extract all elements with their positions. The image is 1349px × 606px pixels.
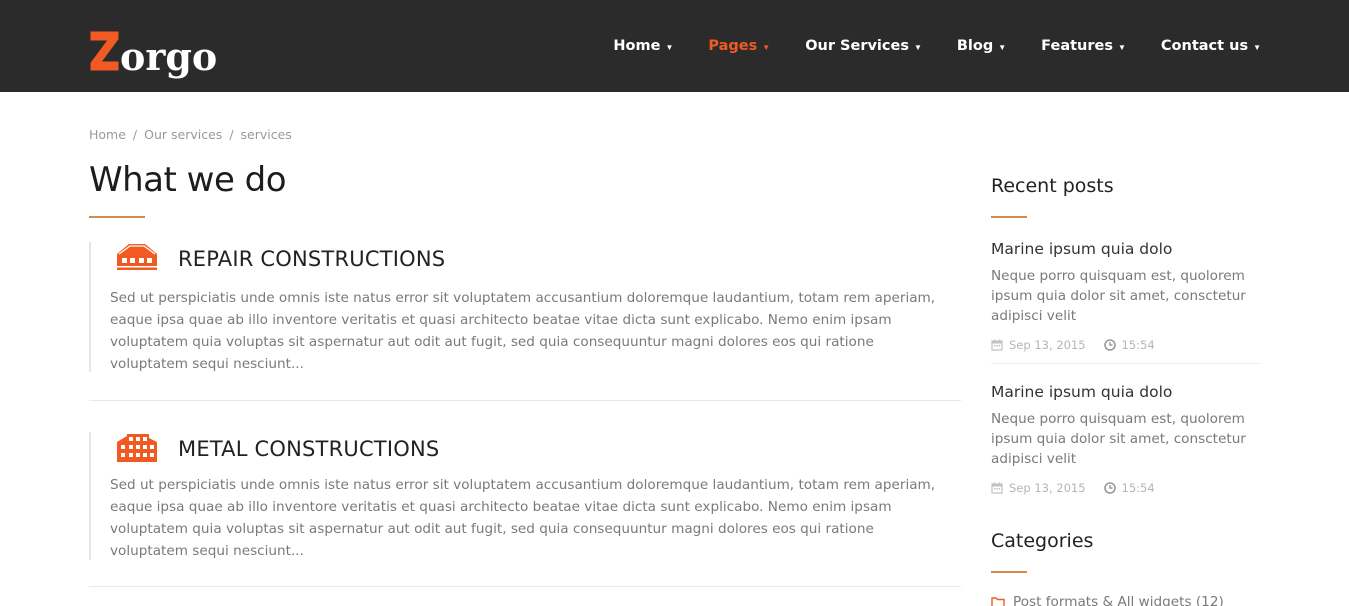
caret-down-icon: ▼ bbox=[1117, 42, 1126, 52]
post-date: Sep 13, 2015 bbox=[991, 338, 1086, 352]
recent-post: Marine ipsum quia dolo Neque porro quisq… bbox=[991, 239, 1261, 352]
main-nav: Home ▼ Pages ▼ Our Services ▼ Blog ▼ Fea… bbox=[613, 0, 1261, 92]
post-time: 15:54 bbox=[1103, 481, 1155, 495]
calendar-icon bbox=[991, 482, 1003, 494]
logo-z-icon bbox=[90, 31, 119, 71]
nav-label: Home bbox=[613, 38, 661, 54]
recent-posts-heading: Recent posts bbox=[991, 175, 1114, 197]
breadcrumb-current: services bbox=[240, 127, 292, 142]
service-left-border bbox=[89, 432, 91, 560]
nav-item-blog[interactable]: Blog ▼ bbox=[957, 38, 1006, 54]
recent-post: Marine ipsum quia dolo Neque porro quisq… bbox=[991, 382, 1261, 495]
nav-label: Our Services bbox=[805, 38, 909, 54]
breadcrumb-separator: / bbox=[132, 127, 138, 142]
categories-heading: Categories bbox=[991, 530, 1094, 552]
clock-icon bbox=[1103, 339, 1116, 351]
post-excerpt: Neque porro quisquam est, quolorem ipsum… bbox=[991, 411, 1246, 467]
building-icon bbox=[115, 432, 159, 469]
post-date-text: Sep 13, 2015 bbox=[1009, 481, 1086, 495]
service-description: Sed ut perspiciatis unde omnis iste natu… bbox=[110, 477, 936, 559]
post-meta: Sep 13, 2015 15:54 bbox=[991, 338, 1261, 352]
categories-underline bbox=[991, 571, 1027, 573]
service-left-border bbox=[89, 242, 91, 372]
nav-item-pages[interactable]: Pages ▼ bbox=[708, 38, 770, 54]
clock-icon bbox=[1103, 482, 1116, 494]
caret-down-icon: ▼ bbox=[913, 42, 922, 52]
site-header: orgo Home ▼ Pages ▼ Our Services ▼ Blog … bbox=[0, 0, 1349, 92]
category-label: Post formats & All widgets (12) bbox=[1013, 594, 1224, 606]
post-title-link[interactable]: Marine ipsum quia dolo bbox=[991, 239, 1261, 259]
calendar-icon bbox=[991, 339, 1003, 351]
service-divider bbox=[89, 400, 961, 401]
breadcrumb: Home / Our services / services bbox=[89, 127, 292, 142]
logo-text: orgo bbox=[120, 34, 218, 79]
post-excerpt: Neque porro quisquam est, quolorem ipsum… bbox=[991, 268, 1246, 324]
post-time-text: 15:54 bbox=[1121, 481, 1155, 495]
post-time: 15:54 bbox=[1103, 338, 1155, 352]
nav-item-features[interactable]: Features ▼ bbox=[1041, 38, 1126, 54]
nav-label: Pages bbox=[708, 38, 758, 54]
service-item: METAL CONSTRUCTIONS Sed ut perspiciatis … bbox=[89, 432, 961, 592]
service-title: REPAIR CONSTRUCTIONS bbox=[178, 247, 446, 271]
post-title-link[interactable]: Marine ipsum quia dolo bbox=[991, 382, 1261, 402]
warehouse-icon bbox=[115, 242, 159, 277]
breadcrumb-home[interactable]: Home bbox=[89, 127, 126, 142]
nav-item-our-services[interactable]: Our Services ▼ bbox=[805, 38, 922, 54]
caret-down-icon: ▼ bbox=[1253, 42, 1261, 52]
service-divider bbox=[89, 586, 961, 587]
service-title: METAL CONSTRUCTIONS bbox=[178, 437, 440, 461]
title-underline bbox=[89, 216, 145, 218]
post-meta: Sep 13, 2015 15:54 bbox=[991, 481, 1261, 495]
nav-item-home[interactable]: Home ▼ bbox=[613, 38, 673, 54]
post-time-text: 15:54 bbox=[1121, 338, 1155, 352]
nav-label: Features bbox=[1041, 38, 1113, 54]
page-title: What we do bbox=[89, 160, 287, 200]
service-description: Sed ut perspiciatis unde omnis iste natu… bbox=[110, 290, 936, 372]
caret-down-icon: ▼ bbox=[998, 42, 1007, 52]
breadcrumb-separator: / bbox=[229, 127, 234, 142]
post-divider bbox=[991, 363, 1261, 364]
post-date-text: Sep 13, 2015 bbox=[1009, 338, 1086, 352]
breadcrumb-our-services[interactable]: Our services bbox=[144, 127, 222, 142]
recent-posts-underline bbox=[991, 216, 1027, 218]
nav-item-contact-us[interactable]: Contact us ▼ bbox=[1161, 38, 1261, 54]
post-date: Sep 13, 2015 bbox=[991, 481, 1086, 495]
caret-down-icon: ▼ bbox=[665, 42, 674, 52]
logo[interactable]: orgo bbox=[89, 20, 217, 78]
folder-icon bbox=[991, 597, 1005, 606]
service-item: REPAIR CONSTRUCTIONS Sed ut perspiciatis… bbox=[89, 242, 961, 402]
nav-label: Blog bbox=[956, 38, 994, 54]
caret-down-icon: ▼ bbox=[762, 42, 771, 52]
logo-initial bbox=[89, 30, 120, 72]
category-item[interactable]: Post formats & All widgets (12) bbox=[991, 594, 1224, 606]
nav-label: Contact us bbox=[1160, 38, 1249, 54]
